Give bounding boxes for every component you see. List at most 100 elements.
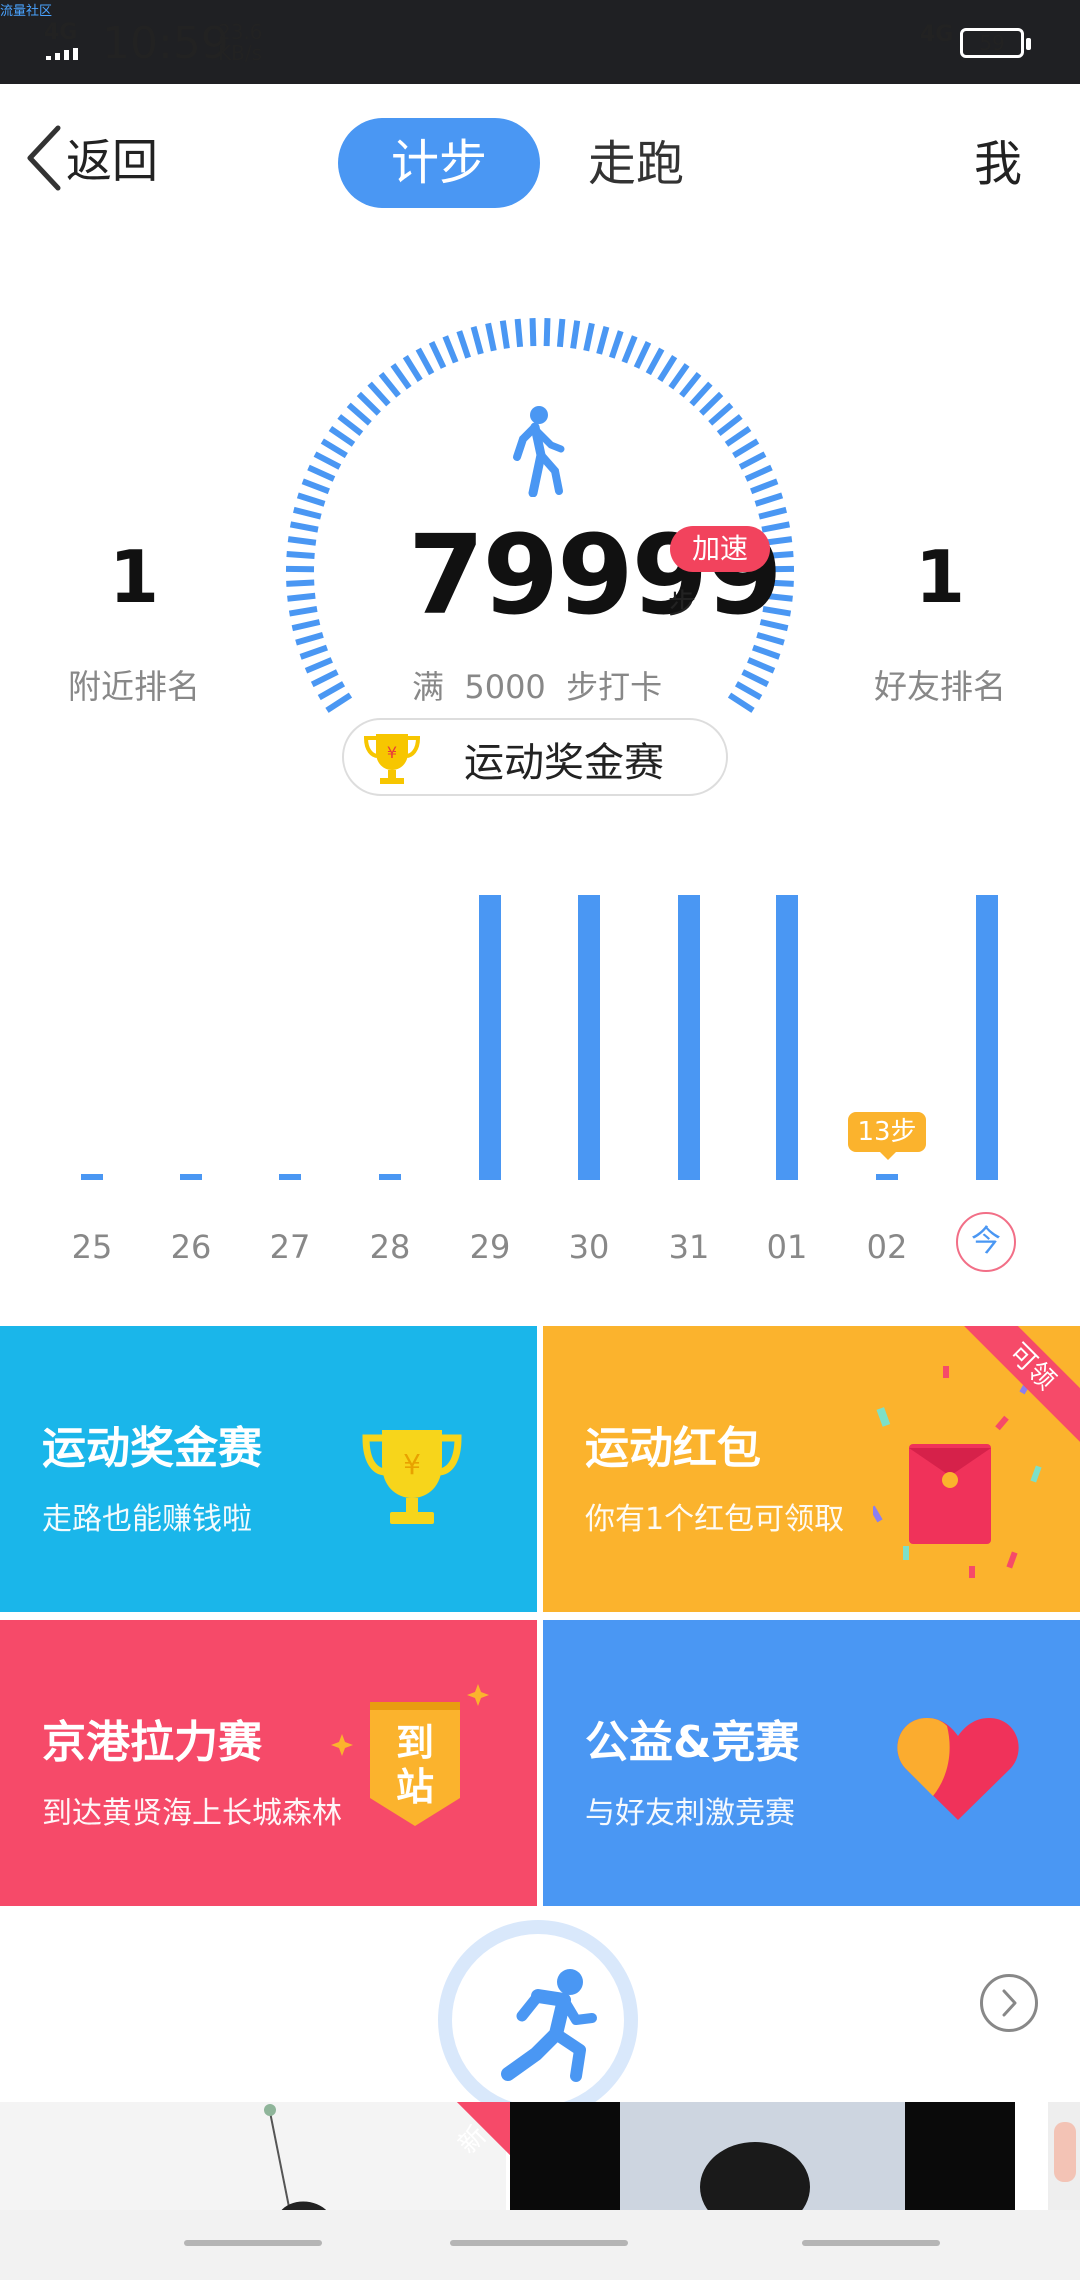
chart-bar-01[interactable] bbox=[776, 895, 798, 1180]
gauge-tick bbox=[750, 478, 779, 495]
chart-bar-30[interactable] bbox=[578, 895, 600, 1180]
gauge-tick bbox=[346, 402, 372, 426]
goal-text: 满 5000 步打卡 bbox=[412, 668, 663, 706]
gauge-tick bbox=[570, 320, 581, 349]
contest-button[interactable]: ¥ 运动奖金赛 bbox=[342, 718, 728, 796]
gauge-tick bbox=[286, 550, 315, 559]
nearby-rank-value[interactable]: 1 bbox=[44, 535, 224, 619]
me-button[interactable]: 我 bbox=[974, 124, 1022, 194]
gauge-tick bbox=[543, 318, 551, 347]
gauge-tick bbox=[287, 536, 317, 546]
chart-bar-29[interactable] bbox=[479, 895, 501, 1180]
card-charity-contest[interactable]: 公益&竞赛 与好友刺激竞赛 bbox=[543, 1620, 1080, 1906]
chart-x-label-25[interactable]: 25 bbox=[52, 1228, 132, 1266]
nav-handle-left[interactable] bbox=[184, 2240, 322, 2246]
thumbnail[interactable] bbox=[1048, 2102, 1080, 2212]
signal-bars-icon bbox=[46, 48, 78, 60]
card-red-envelope[interactable]: 运动红包 你有1个红包可领取 可领 bbox=[543, 1326, 1080, 1612]
step-unit: 步 bbox=[668, 587, 697, 620]
card-title: 运动奖金赛 bbox=[42, 1423, 262, 1474]
gauge-tick bbox=[556, 318, 566, 348]
card-subtitle: 走路也能赚钱啦 bbox=[42, 1502, 252, 1537]
red-envelope-icon bbox=[873, 1366, 1042, 1578]
card-title: 公益&竞赛 bbox=[585, 1717, 800, 1768]
network-type: 4G bbox=[920, 22, 954, 47]
thumbnail[interactable]: 新 bbox=[0, 2102, 546, 2212]
plant-image bbox=[264, 2104, 328, 2212]
walker-icon bbox=[513, 406, 565, 497]
gauge-tick bbox=[317, 681, 346, 701]
friend-rank-value[interactable]: 1 bbox=[850, 535, 1030, 619]
friend-rank-label: 好友排名 bbox=[874, 667, 1006, 706]
nearby-rank-label: 附近排名 bbox=[68, 667, 200, 706]
card-title: 京港拉力赛 bbox=[42, 1717, 262, 1768]
battery-level: 59 bbox=[979, 31, 1005, 55]
gauge-tick bbox=[529, 318, 537, 347]
chart-x-label-01[interactable]: 01 bbox=[747, 1228, 827, 1266]
signal-label: 4G bbox=[44, 20, 78, 45]
tooltip-pointer bbox=[880, 1152, 896, 1160]
gauge-tick bbox=[744, 464, 773, 482]
boost-button[interactable]: 加速 bbox=[670, 526, 770, 572]
thumbnail[interactable] bbox=[510, 2102, 620, 2212]
content-thumbnails[interactable]: 新 bbox=[0, 2102, 1080, 2212]
gauge-tick bbox=[288, 605, 318, 617]
speed-value: 23.6 bbox=[218, 20, 263, 44]
gauge-tick bbox=[499, 320, 510, 349]
gauge-tick bbox=[307, 464, 336, 482]
chart-bar-02[interactable] bbox=[876, 1174, 898, 1180]
gauge-tick bbox=[415, 347, 435, 376]
gauge-tick bbox=[485, 322, 497, 352]
badge-char-2: 站 bbox=[396, 1765, 434, 1809]
back-button[interactable]: 返回 bbox=[24, 118, 158, 198]
chart-bar-28[interactable] bbox=[379, 1174, 401, 1180]
chart-x-label-31[interactable]: 31 bbox=[649, 1228, 729, 1266]
chart-x-label-26[interactable]: 26 bbox=[151, 1228, 231, 1266]
thumbnail[interactable] bbox=[620, 2102, 905, 2212]
thumbnail[interactable] bbox=[905, 2102, 1015, 2212]
arrival-badge-icon: 到 站 bbox=[331, 1684, 489, 1826]
nav-handle-right[interactable] bbox=[802, 2240, 940, 2246]
gauge-tick bbox=[328, 426, 356, 447]
person-photo bbox=[700, 2142, 810, 2212]
today-button[interactable]: 今 bbox=[956, 1212, 1016, 1272]
gauge-tick bbox=[752, 644, 781, 660]
svg-text:¥: ¥ bbox=[387, 743, 397, 762]
more-button[interactable] bbox=[980, 1974, 1038, 2032]
gauge-tick bbox=[657, 355, 678, 382]
card-rally[interactable]: 京港拉力赛 到达黄贤海上长城森林 到 站 bbox=[0, 1620, 537, 1906]
chart-x-label-27[interactable]: 27 bbox=[250, 1228, 330, 1266]
battery-tip bbox=[1026, 38, 1031, 50]
chart-bar-27[interactable] bbox=[279, 1174, 301, 1180]
card-sports-bonus[interactable]: 运动奖金赛 走路也能赚钱啦 ¥ bbox=[0, 1326, 537, 1612]
gauge-tick bbox=[633, 341, 652, 369]
chart-x-label-30[interactable]: 30 bbox=[549, 1228, 629, 1266]
chart-x-label-29[interactable]: 29 bbox=[450, 1228, 530, 1266]
gauge-tick bbox=[732, 438, 760, 459]
gauge-tick bbox=[716, 414, 743, 436]
gauge-tick bbox=[320, 438, 348, 459]
gauge-tick bbox=[747, 657, 776, 674]
chart-x-label-28[interactable]: 28 bbox=[350, 1228, 430, 1266]
tab-walk-run[interactable]: 走跑 bbox=[588, 126, 684, 202]
chart-bar-26[interactable] bbox=[180, 1174, 202, 1180]
heart-icon bbox=[897, 1718, 1019, 1820]
chart-bar-今[interactable] bbox=[976, 895, 998, 1180]
gauge-tick bbox=[293, 506, 322, 520]
gauge-tick bbox=[456, 330, 472, 359]
gauge-tick bbox=[304, 657, 333, 674]
gauge-tick bbox=[514, 318, 524, 348]
gauge-tick bbox=[390, 363, 412, 390]
watermark-text: 流量社区 bbox=[0, 4, 53, 19]
nav-handle-center[interactable] bbox=[450, 2240, 628, 2246]
chart-bar-31[interactable] bbox=[678, 895, 700, 1180]
badge-char-1: 到 bbox=[396, 1721, 434, 1765]
gauge-tick bbox=[325, 692, 353, 713]
start-run-button[interactable] bbox=[452, 1934, 624, 2106]
gauge-tick bbox=[402, 355, 423, 382]
gauge-tick bbox=[679, 372, 702, 398]
chart-x-label-02[interactable]: 02 bbox=[847, 1228, 927, 1266]
chart-bar-25[interactable] bbox=[81, 1174, 103, 1180]
gauge-tick bbox=[291, 619, 321, 632]
tab-steps[interactable]: 计步 bbox=[338, 118, 540, 208]
